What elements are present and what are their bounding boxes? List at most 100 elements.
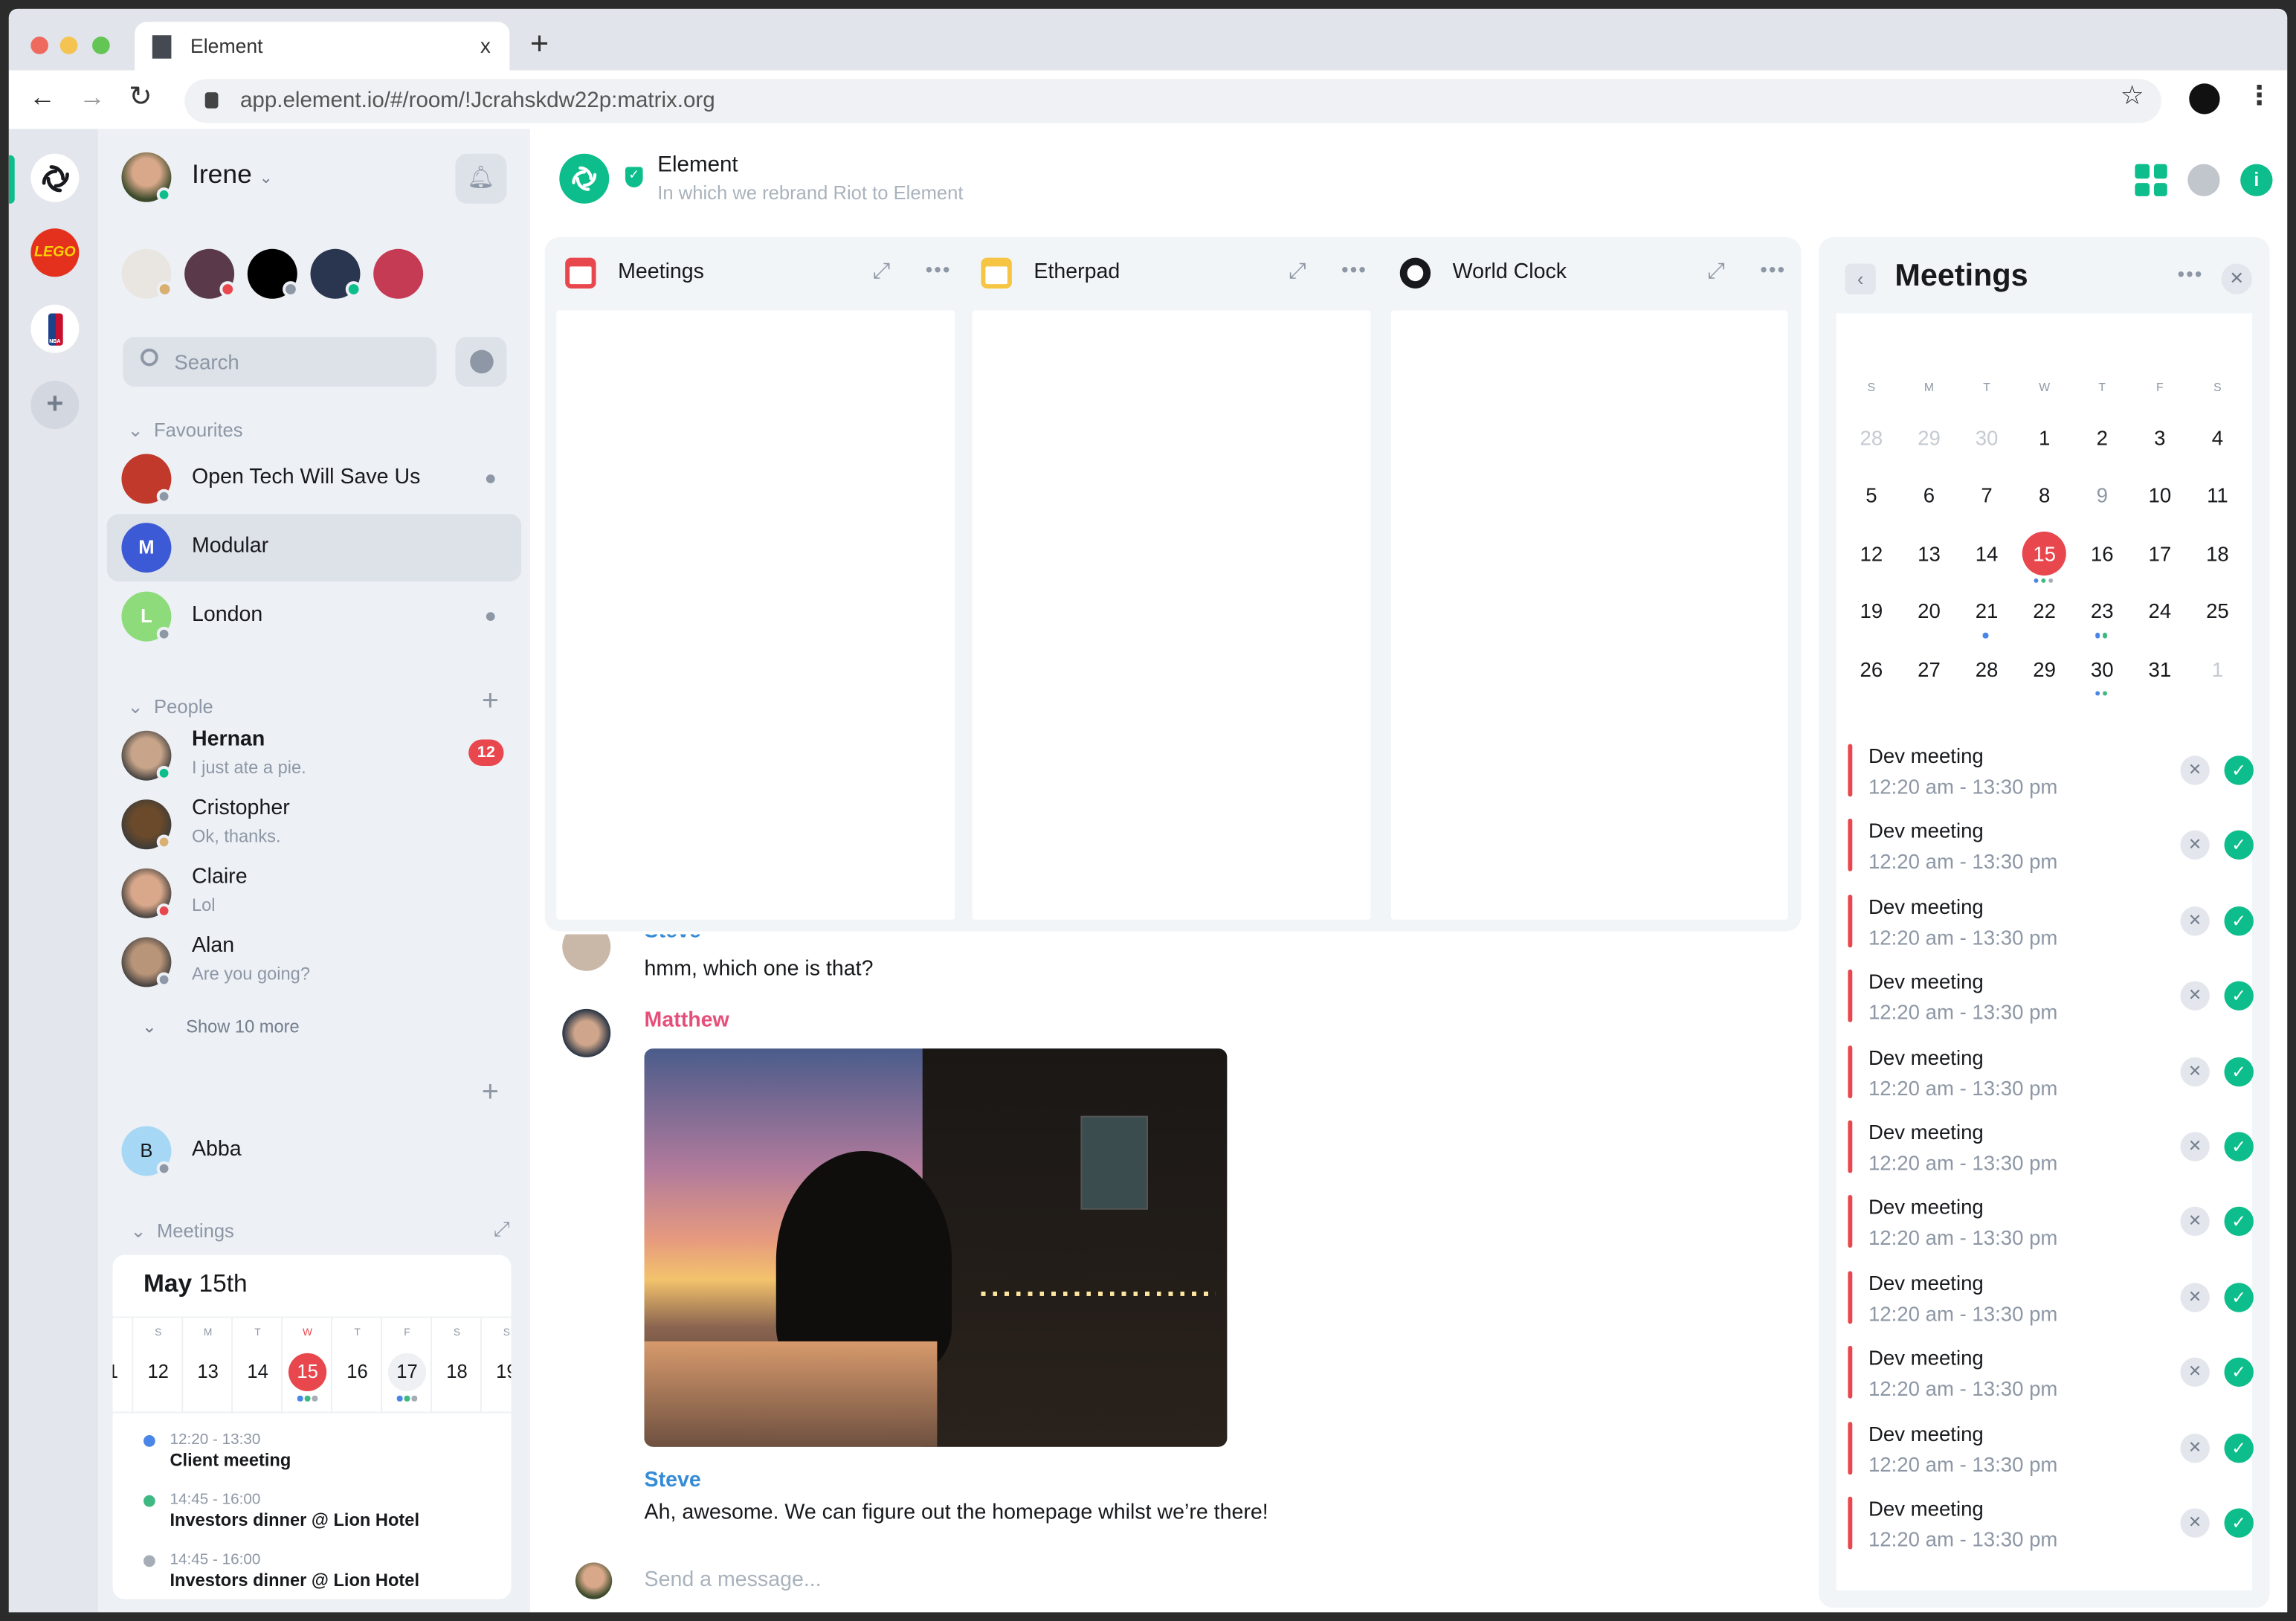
minimize-window-button[interactable]: [59, 36, 78, 54]
decline-button[interactable]: ✕: [2180, 755, 2210, 785]
accept-button[interactable]: ✓: [2224, 906, 2254, 936]
calendar-day[interactable]: 16: [2076, 534, 2129, 572]
sender-avatar[interactable]: [562, 1008, 611, 1057]
sender-avatar[interactable]: [562, 934, 611, 971]
meetings-widget-header[interactable]: ⌄ Meetings: [130, 1220, 234, 1244]
decline-button[interactable]: ✕: [2180, 1282, 2210, 1312]
space-element[interactable]: [30, 153, 80, 202]
sender-name[interactable]: Matthew: [645, 1009, 729, 1033]
room-open-tech-will-save-us[interactable]: Open Tech Will Save Us: [107, 445, 521, 513]
room-info-icon[interactable]: i: [2240, 164, 2273, 196]
decline-button[interactable]: ✕: [2180, 1358, 2210, 1388]
maximise-widget-icon[interactable]: ⤢: [1707, 260, 1725, 284]
calendar-day[interactable]: 1: [2018, 419, 2071, 457]
day-cell[interactable]: S 11: [113, 1318, 132, 1411]
show-more-button[interactable]: ⌄ Show 10 more: [142, 1016, 300, 1037]
calendar-day[interactable]: 10: [2133, 477, 2186, 515]
calendar-day[interactable]: 21: [1961, 592, 2013, 639]
close-window-button[interactable]: [30, 36, 48, 54]
decline-button[interactable]: ✕: [2180, 1132, 2210, 1161]
calendar-day[interactable]: 15: [2018, 531, 2071, 584]
add-person-button[interactable]: +: [482, 686, 499, 719]
calendar-day[interactable]: 2: [2076, 419, 2129, 457]
explore-rooms-button[interactable]: [455, 336, 507, 387]
add-space-button[interactable]: +: [30, 381, 80, 430]
accept-button[interactable]: ✓: [2224, 1508, 2254, 1538]
calendar-day[interactable]: 12: [1845, 534, 1897, 572]
reload-icon[interactable]: ↻: [129, 80, 152, 114]
calendar-day[interactable]: 29: [1903, 419, 1955, 457]
event-item[interactable]: Dev meeting 12:20 am - 13:30 pm ✕ ✓: [1848, 1346, 2254, 1405]
room-avatar[interactable]: [559, 153, 610, 204]
space-lego[interactable]: LEGO: [30, 228, 80, 277]
calendar-day[interactable]: 17: [2133, 534, 2186, 572]
maximise-widget-icon[interactable]: ⤢: [873, 260, 891, 284]
calendar-day[interactable]: 6: [1903, 477, 1955, 515]
calendar-day[interactable]: 19: [1845, 592, 1897, 630]
recent-person-avatar[interactable]: [373, 248, 424, 299]
message-composer-input[interactable]: Send a message...: [645, 1568, 1787, 1592]
accept-button[interactable]: ✓: [2224, 1132, 2254, 1161]
calendar-day[interactable]: 30: [2076, 650, 2129, 696]
calendar-day[interactable]: 28: [1845, 419, 1897, 457]
event-title[interactable]: Investors dinner @ Lion Hotel: [170, 1570, 419, 1591]
user-menu[interactable]: Irene ⌄: [192, 160, 273, 190]
widget-options-icon[interactable]: •••: [1760, 258, 1786, 282]
event-item[interactable]: Dev meeting 12:20 am - 13:30 pm ✕ ✓: [1848, 1195, 2254, 1254]
sender-name[interactable]: Steve: [645, 1469, 701, 1492]
event-item[interactable]: Dev meeting 12:20 am - 13:30 pm ✕ ✓: [1848, 894, 2254, 953]
dm-alan[interactable]: Alan Are you going?: [107, 930, 521, 998]
calendar-day[interactable]: 4: [2191, 419, 2244, 457]
room-london[interactable]: L London: [107, 583, 521, 651]
event-title[interactable]: Investors dinner @ Lion Hotel: [170, 1509, 419, 1530]
close-panel-button[interactable]: ✕: [2221, 263, 2252, 294]
calendar-day[interactable]: 7: [1961, 477, 2013, 515]
profile-avatar[interactable]: [2189, 83, 2220, 115]
add-room-button[interactable]: +: [482, 1077, 499, 1110]
event-title[interactable]: Client meeting: [170, 1450, 291, 1471]
people-header[interactable]: ⌄ People: [127, 695, 213, 719]
calendar-day[interactable]: 8: [2018, 477, 2071, 515]
decline-button[interactable]: ✕: [2180, 981, 2210, 1011]
calendar-day[interactable]: 28: [1961, 650, 2013, 688]
calendar-day[interactable]: 9: [2076, 477, 2129, 515]
day-cell[interactable]: S 19: [480, 1318, 511, 1412]
calendar-day[interactable]: 27: [1903, 650, 1955, 688]
widget-options-icon[interactable]: •••: [926, 258, 952, 282]
calendar-day[interactable]: 30: [1961, 419, 2013, 457]
dm-claire[interactable]: Claire Lol: [107, 861, 521, 929]
room-abba[interactable]: B Abba: [107, 1118, 521, 1185]
message-image[interactable]: [644, 1048, 1228, 1447]
event-item[interactable]: Dev meeting 12:20 am - 13:30 pm ✕ ✓: [1848, 1421, 2254, 1480]
calendar-day[interactable]: 24: [2133, 592, 2186, 630]
calendar-day[interactable]: 5: [1845, 477, 1897, 515]
search-input[interactable]: Search: [123, 336, 436, 387]
decline-button[interactable]: ✕: [2180, 1433, 2210, 1463]
browser-tab[interactable]: Element x: [135, 22, 510, 72]
calendar-day[interactable]: 23: [2076, 592, 2129, 639]
accept-button[interactable]: ✓: [2224, 755, 2254, 785]
event-item[interactable]: Dev meeting 12:20 am - 13:30 pm ✕ ✓: [1848, 1271, 2254, 1330]
calendar-day[interactable]: 3: [2133, 419, 2186, 457]
calendar-day[interactable]: 1: [2191, 650, 2244, 688]
calendar-day[interactable]: 13: [1903, 534, 1955, 572]
calendar-day[interactable]: 18: [2191, 534, 2244, 572]
accept-button[interactable]: ✓: [2224, 1057, 2254, 1086]
event-item[interactable]: Dev meeting 12:20 am - 13:30 pm ✕ ✓: [1848, 1120, 2254, 1179]
day-cell[interactable]: T 16: [331, 1318, 381, 1412]
apps-grid-icon[interactable]: [2135, 164, 2167, 196]
event-item[interactable]: Dev meeting 12:20 am - 13:30 pm ✕ ✓: [1848, 744, 2254, 802]
room-search-icon[interactable]: [2187, 164, 2220, 196]
day-cell[interactable]: F 17: [381, 1318, 430, 1412]
back-icon[interactable]: ←: [29, 82, 55, 112]
dm-hernan[interactable]: Hernan I just ate a pie. 12: [107, 724, 521, 791]
day-cell[interactable]: W 15: [281, 1318, 331, 1412]
more-options-icon[interactable]: •••: [2177, 262, 2203, 286]
notifications-bell-icon[interactable]: 🔔︎: [455, 153, 507, 204]
day-cell[interactable]: S 18: [430, 1318, 480, 1412]
favourites-header[interactable]: ⌄ Favourites: [127, 419, 242, 442]
widget-body-world-clock[interactable]: [1390, 310, 1788, 920]
decline-button[interactable]: ✕: [2180, 831, 2210, 860]
browser-menu-icon[interactable]: ⋮: [2246, 80, 2272, 111]
space-nba[interactable]: NBA NBA: [30, 304, 80, 353]
